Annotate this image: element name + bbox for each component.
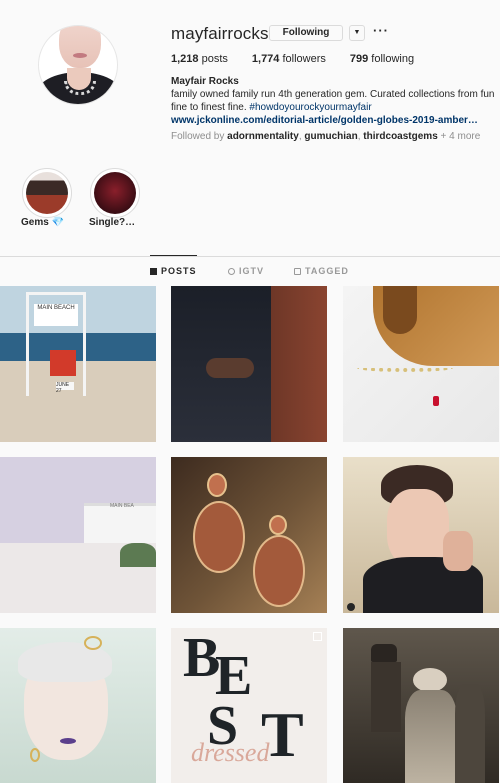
caret-down-icon: ▼ xyxy=(353,29,361,36)
bio-text: family owned family run 4th generation g… xyxy=(171,88,496,114)
post-thumbnail[interactable]: B E S T dressed xyxy=(171,628,327,783)
beach-date-sign: JUNE 27 xyxy=(56,382,74,394)
post-thumbnail[interactable] xyxy=(171,457,327,613)
following-button[interactable]: Following xyxy=(269,25,343,41)
follower-user[interactable]: thirdcoastgems xyxy=(363,131,437,142)
highlight-single-label: Single?… xyxy=(89,217,136,228)
highlight-gems[interactable] xyxy=(22,168,72,218)
tag-person-icon xyxy=(294,267,301,275)
pavilion-sign: MAIN BEA xyxy=(110,503,134,509)
hashtag-link[interactable]: #howdoyourockyourmayfair xyxy=(249,102,371,113)
follower-user[interactable]: gumuchian xyxy=(304,131,357,142)
website-link[interactable]: www.jckonline.com/editorial-article/gold… xyxy=(171,114,496,127)
profile-full-name: Mayfair Rocks xyxy=(171,76,239,87)
following-stat[interactable]: 799 following xyxy=(350,53,414,65)
beach-sign: MAIN BEACH xyxy=(34,304,78,326)
highlight-single-cover xyxy=(94,172,136,214)
post-thumbnail[interactable] xyxy=(343,286,499,442)
post-thumbnail[interactable] xyxy=(343,457,499,613)
highlight-single[interactable] xyxy=(90,168,140,218)
highlight-gems-cover xyxy=(26,172,68,214)
more-options-button[interactable]: ··· xyxy=(373,23,389,38)
tab-igtv[interactable]: IGTV xyxy=(228,266,264,276)
post-thumbnail[interactable] xyxy=(171,286,327,442)
post-thumbnail[interactable]: MAIN BEA xyxy=(0,457,156,613)
ellipsis-icon: ··· xyxy=(373,23,389,38)
tab-posts[interactable]: POSTS xyxy=(150,266,197,276)
posts-stat: 1,218 posts xyxy=(171,53,228,65)
tabs-divider xyxy=(0,256,500,257)
tab-tagged[interactable]: TAGGED xyxy=(294,266,349,276)
profile-username: mayfairrocks xyxy=(171,24,269,43)
profile-avatar[interactable] xyxy=(38,25,118,105)
avatar-lips xyxy=(73,53,87,58)
follower-user[interactable]: adornmentality xyxy=(227,131,299,142)
igtv-icon xyxy=(228,267,235,275)
multi-photo-icon xyxy=(313,632,322,641)
gem-icon: 💎 xyxy=(51,217,65,228)
highlight-gems-label: Gems 💎 xyxy=(21,217,65,228)
active-tab-indicator xyxy=(150,255,197,256)
suggestions-dropdown-button[interactable]: ▼ xyxy=(349,25,365,41)
tagged-user-icon xyxy=(347,603,355,611)
post-thumbnail[interactable] xyxy=(0,628,156,783)
profile-bio: Mayfair Rocks family owned family run 4t… xyxy=(171,75,496,127)
grid-icon xyxy=(150,267,157,275)
followed-by[interactable]: Followed by adornmentality, gumuchian, t… xyxy=(171,131,480,142)
post-thumbnail[interactable] xyxy=(343,628,499,783)
script-word: dressed xyxy=(191,738,270,767)
profile-stats: 1,218 posts 1,774 followers 799 followin… xyxy=(171,53,414,65)
avatar-face xyxy=(59,26,101,68)
post-thumbnail[interactable]: MAIN BEACH JUNE 27 xyxy=(0,286,156,442)
followers-stat[interactable]: 1,774 followers xyxy=(252,53,326,65)
